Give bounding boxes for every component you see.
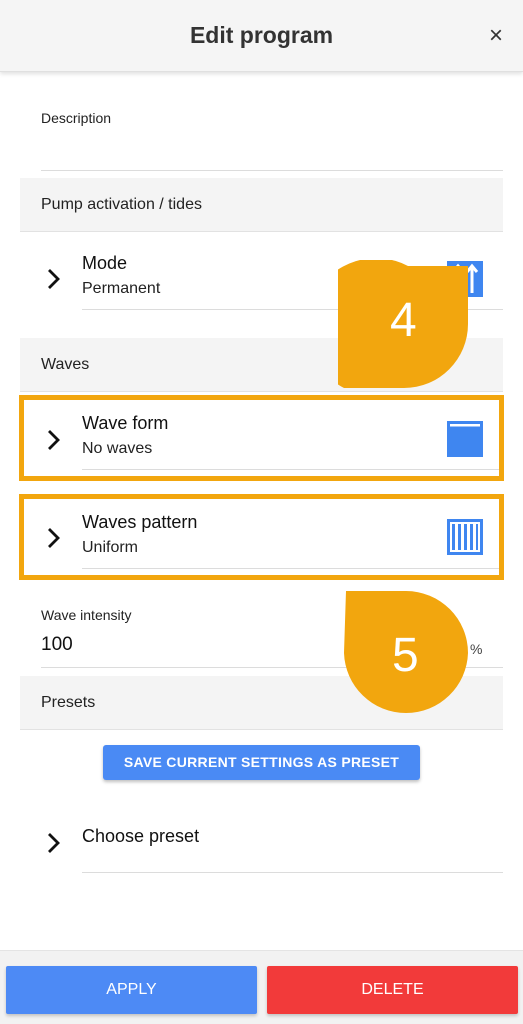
page-title: Edit program	[189, 22, 334, 48]
apply-button[interactable]: APPLY	[6, 966, 257, 1014]
delete-button[interactable]: DELETE	[267, 966, 518, 1014]
choose-preset-divider	[82, 872, 503, 873]
section-presets-title: Presets	[41, 694, 96, 711]
mode-title: Mode	[82, 253, 128, 273]
description-underline	[41, 170, 503, 171]
choose-preset-label: Choose preset	[82, 826, 200, 846]
highlight-box-wave-form	[19, 395, 504, 481]
choose-preset-row[interactable]: Choose preset	[20, 806, 503, 876]
description-label: Description	[41, 110, 112, 126]
close-icon[interactable]: ×	[483, 22, 509, 50]
description-input[interactable]	[41, 132, 503, 168]
chevron-right-icon	[46, 267, 62, 291]
app-header: Edit program ×	[0, 0, 523, 72]
section-waves-title: Waves	[41, 356, 90, 373]
callout-number-4: 4	[390, 294, 417, 347]
save-preset-button[interactable]: SAVE CURRENT SETTINGS AS PRESET	[103, 745, 420, 780]
callout-number-5: 5	[392, 629, 419, 682]
wave-intensity-label: Wave intensity	[41, 607, 132, 623]
section-pump-activation: Pump activation / tides	[20, 178, 503, 232]
section-pump-title: Pump activation / tides	[41, 196, 202, 213]
mode-value: Permanent	[82, 280, 161, 297]
chevron-right-icon	[46, 831, 62, 855]
highlight-box-waves-pattern	[19, 494, 504, 580]
